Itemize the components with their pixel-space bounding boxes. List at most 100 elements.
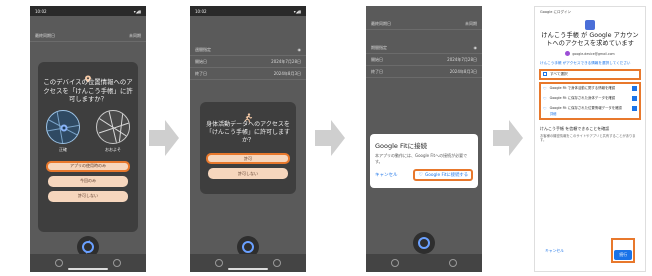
phone-screen-activity-permission: 10:02 ▾◢▮ 週間指定 ◉ 開始日 2024年7月28日 終了日 2024年8月… — [190, 6, 306, 272]
row-value: 未同期 — [129, 32, 141, 38]
phone-screen-google-consent: Google にログイン けんこう手帳 が Google アカウントへのアクセス… — [534, 6, 646, 272]
status-bar — [366, 6, 482, 16]
google-fit-dialog: Google Fitに接続 本アプリの動作には、Google Fitへの接続が必… — [370, 134, 478, 188]
row-value: 2024年8月3日 — [273, 70, 301, 76]
date-rows: 週間指定 ◉ 開始日 2024年7月28日 終了日 2024年8月3日 — [190, 44, 306, 80]
consent-intro: けんこう手帳 がアクセスできる情報を選択してください — [540, 61, 631, 65]
fit-icon: ♡ — [543, 95, 547, 101]
status-icons: ▾◢▮ — [293, 8, 301, 14]
fit-icon: ♡ — [543, 105, 547, 111]
permission-item[interactable]: ♡ Google Fit で身体活動に関する情報を確認 — [543, 85, 637, 91]
gesture-bar — [228, 268, 268, 270]
allow-while-using-button[interactable]: アプリの使用時のみ — [46, 160, 130, 172]
permission-label: Google Fit で身体活動に関する情報を確認 — [549, 85, 616, 90]
checkbox-checked-icon[interactable] — [632, 85, 637, 91]
home-icon[interactable] — [55, 259, 63, 267]
home-icon[interactable] — [215, 259, 223, 267]
google-signin-header: Google にログイン — [540, 9, 571, 14]
dialog-title: 身体活動データへのアクセスを「けんこう手帳」に許可しますか？ — [205, 121, 290, 144]
trust-body: お客様の機密情報をこのサイトやアプリと共有することがあります。 — [540, 133, 636, 142]
start-date-row[interactable]: 開始日 2024年7月28日 — [366, 54, 482, 66]
info-icon[interactable] — [449, 259, 457, 267]
dialog-title: このデバイスの位置情報へのアクセスを「けんこう手帳」に許可しますか？ — [43, 78, 133, 104]
end-date-row[interactable]: 終了日 2024年8月3日 — [366, 66, 482, 78]
gesture-bar — [68, 268, 108, 270]
permission-item[interactable]: ♡ Google Fit に保存された位置情報データを確認 — [543, 105, 637, 111]
checkbox-checked-icon[interactable] — [632, 105, 637, 111]
row-label: 開始日 — [195, 58, 207, 64]
deny-button[interactable]: 許可しない — [208, 168, 288, 179]
sync-icon — [418, 237, 430, 249]
continue-button[interactable]: 続行 — [611, 238, 635, 263]
permission-list: ♡ Google Fit で身体活動に関する情報を確認 ♡ Google Fit… — [539, 81, 641, 120]
checkbox-icon[interactable] — [543, 72, 547, 77]
deny-button[interactable]: 許可しない — [48, 190, 128, 202]
select-all-row[interactable]: すべて選択 — [539, 68, 641, 80]
approximate-option[interactable]: おおよそ — [96, 109, 130, 153]
app-logo-icon — [585, 20, 595, 30]
home-icon[interactable] — [391, 259, 399, 267]
dialog-actions: キャンセル ♡ Google Fitに接続する — [375, 169, 473, 181]
account-email: google-device@gmail.com — [572, 51, 615, 56]
status-bar: Google にログイン — [535, 7, 645, 17]
start-date-row[interactable]: 開始日 2024年7月28日 — [190, 56, 306, 68]
step-arrow-icon — [315, 118, 345, 158]
consent-title: けんこう手帳 が Google アカウントへのアクセスを求めています — [541, 32, 639, 47]
period-row: 週間指定 ◉ — [190, 44, 306, 56]
connect-label: Google Fitに接続する — [424, 173, 468, 178]
permission-label: Google Fit に保存された位置情報データを確認 — [549, 105, 622, 110]
continue-label: 続行 — [614, 250, 632, 260]
status-icons: ▾◢▮ — [133, 8, 141, 14]
precise-option[interactable]: 正確 — [46, 109, 80, 153]
info-icon[interactable] — [113, 259, 121, 267]
sync-icon — [242, 241, 254, 253]
last-sync-row: 最終同期日 未同期 — [366, 18, 482, 30]
row-label: 終了日 — [371, 68, 383, 74]
cancel-button[interactable]: キャンセル — [375, 172, 398, 178]
row-label: 最終同期日 — [35, 32, 55, 38]
permission-label: Google Fit に保存された身体データを確認 — [549, 95, 616, 100]
row-value: 2024年8月3日 — [449, 68, 477, 74]
bottom-nav — [366, 254, 482, 272]
activity-permission-dialog: 身体活動データへのアクセスを「けんこう手帳」に許可しますか？ 許可 許可しない — [200, 102, 296, 194]
fit-icon: ♡ — [543, 85, 547, 91]
trust-title: けんこう手帳 を信頼できることを確認 — [540, 125, 610, 131]
row-value: 2024年7月28日 — [447, 56, 477, 62]
status-bar: 10:02 ▾◢▮ — [190, 6, 306, 16]
location-permission-dialog: このデバイスの位置情報へのアクセスを「けんこう手帳」に許可しますか？ 正確 おお… — [38, 62, 138, 232]
step-arrow-icon — [493, 118, 523, 158]
sync-button[interactable] — [413, 232, 435, 254]
allow-button[interactable]: 許可 — [206, 153, 290, 164]
last-sync-row: 最終同期日 未同期 — [30, 30, 146, 42]
precise-map-icon — [46, 109, 80, 144]
phone-screen-location-permission: 10:02 ▾◢▮ 最終同期日 未同期 このデバイスの位置情報へのアクセスを「け… — [30, 6, 146, 272]
status-time: 10:02 — [195, 8, 207, 14]
dialog-title: Google Fitに接続 — [375, 142, 428, 150]
account-chip[interactable]: google-device@gmail.com — [535, 51, 645, 56]
running-person-icon — [243, 108, 253, 123]
row-label: 期間指定 — [371, 44, 387, 50]
period-row: 期間指定 ◉ — [366, 42, 482, 54]
approximate-map-icon — [96, 109, 130, 144]
checkbox-checked-icon[interactable] — [632, 95, 637, 101]
sync-icon — [82, 240, 94, 254]
row-label: 終了日 — [195, 70, 207, 76]
toggle-icon[interactable]: ◉ — [298, 47, 302, 52]
connect-google-fit-button[interactable]: ♡ Google Fitに接続する — [413, 169, 473, 181]
allow-once-button[interactable]: 今回のみ — [48, 175, 128, 187]
details-link[interactable]: 詳細 — [550, 111, 637, 116]
row-value: 2024年7月28日 — [271, 58, 301, 64]
info-icon[interactable] — [273, 259, 281, 267]
toggle-icon[interactable]: ◉ — [474, 45, 478, 50]
dialog-body: 本アプリの動作には、Google Fitへの接続が必要です。 — [375, 153, 468, 164]
select-all-label: すべて選択 — [550, 71, 568, 76]
approximate-label: おおよそ — [105, 146, 121, 152]
row-label: 最終同期日 — [371, 20, 391, 26]
cancel-button[interactable]: キャンセル — [545, 248, 564, 254]
precise-label: 正確 — [59, 146, 67, 152]
end-date-row[interactable]: 終了日 2024年8月3日 — [190, 68, 306, 80]
status-bar: 10:02 ▾◢▮ — [30, 6, 146, 16]
phone-screen-google-fit-connect: 最終同期日 未同期 期間指定 ◉ 開始日 2024年7月28日 終了日 2024年8月3… — [366, 6, 482, 272]
row-value: 未同期 — [465, 20, 477, 26]
permission-item[interactable]: ♡ Google Fit に保存された身体データを確認 — [543, 95, 637, 101]
